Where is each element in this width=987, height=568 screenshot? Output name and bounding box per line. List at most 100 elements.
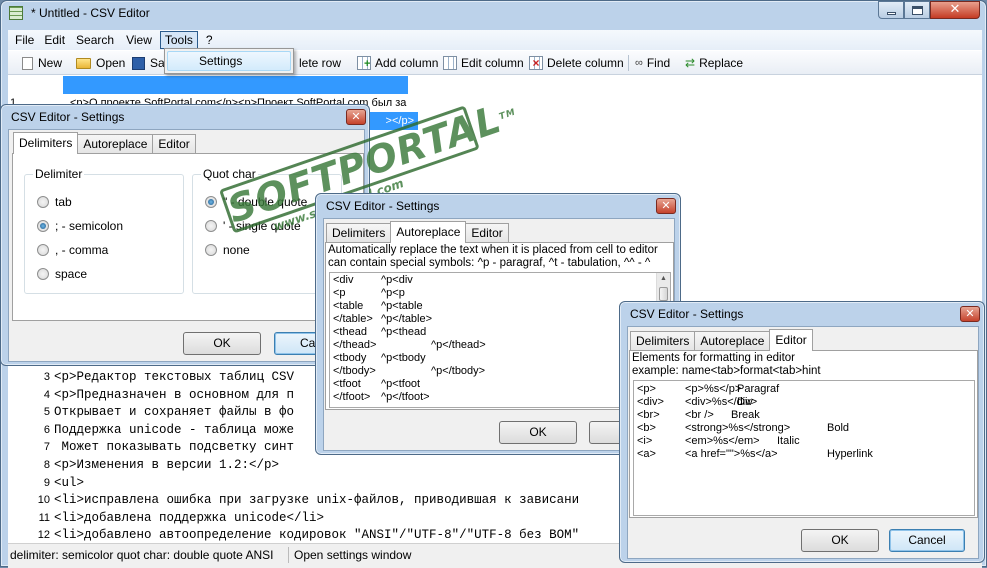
editor-rule: <i> <em>%s</em> Italic [637, 435, 967, 448]
rule-target: ^p</tfoot> [381, 391, 430, 403]
toolbar: New Open Sa lete row + Add column Edit co… [8, 51, 982, 75]
line-number: 12 [37, 529, 50, 542]
tab-autoreplace[interactable]: Autoreplace [77, 134, 154, 154]
tab-delimiters[interactable]: Delimiters [630, 331, 696, 351]
ok-button[interactable]: OK [499, 421, 577, 444]
tab-editor[interactable]: Editor [152, 134, 196, 154]
rule-source: <tbody [333, 352, 367, 364]
editor-desc-1: Elements for formatting in editor [632, 352, 795, 364]
line-text: <p>Предназначен в основном для п [54, 387, 295, 402]
dialog-close-button[interactable]: ✕ [346, 109, 366, 125]
autoreplace-desc-1: Automatically replace the text when it i… [328, 244, 658, 256]
replace-button[interactable]: ⇄ Replace [685, 51, 743, 75]
replace-icon: ⇄ [685, 56, 696, 70]
scroll-up-arrow-icon[interactable]: ▲ [660, 275, 667, 282]
radio-semicolon[interactable]: ; - semicolon [37, 219, 123, 233]
tab-autoreplace[interactable]: Autoreplace [390, 221, 467, 243]
editor-rule: <br> <br /> Break [637, 409, 967, 422]
rule-hint: Paragraf [737, 383, 780, 395]
close-window-button[interactable]: ✕ [930, 1, 980, 19]
dialog-titlebar[interactable]: CSV Editor - Settings [1, 105, 369, 129]
tab-editor[interactable]: Editor [465, 223, 509, 243]
menu-help[interactable]: ? [200, 30, 219, 50]
radio-space[interactable]: space [37, 267, 87, 281]
open-button[interactable]: Open [76, 51, 125, 75]
line-number: 11 [38, 511, 50, 524]
tab-autoreplace[interactable]: Autoreplace [694, 331, 771, 351]
edit-column-button[interactable]: Edit column [443, 51, 524, 75]
line-number: 9 [43, 476, 50, 489]
rule-source: <table [333, 300, 364, 312]
folder-icon [76, 57, 91, 69]
autoreplace-desc-2: can contain special symbols: ^p - paragr… [328, 257, 651, 269]
menu-search[interactable]: Search [70, 30, 120, 50]
radio-icon [37, 196, 49, 208]
dialog-close-button[interactable]: ✕ [960, 306, 980, 322]
tab-panel: Elements for formatting in editor exampl… [629, 350, 978, 518]
radio-selected-icon [205, 196, 217, 208]
tab-strip: Delimiters Autoreplace Editor [326, 221, 509, 243]
rule-source: <p [333, 287, 346, 299]
rule-source: </table> [333, 313, 373, 325]
status-divider [288, 547, 289, 563]
delimiter-group: Delimiter tab ; - semicolon , - comma sp… [24, 167, 184, 294]
rule-target: ^p<thead [381, 326, 427, 338]
menu-edit[interactable]: Edit [39, 30, 70, 50]
autoreplace-rule: <p ^p<p [333, 287, 486, 300]
menu-view[interactable]: View [120, 30, 158, 50]
menu-file[interactable]: File [8, 30, 39, 50]
find-button[interactable]: ∞ Find [635, 51, 670, 75]
autoreplace-rule: </thead> ^p</thead> [333, 339, 486, 352]
minimize-icon [887, 12, 896, 15]
autoreplace-rule: </tfoot> ^p</tfoot> [333, 391, 486, 404]
radio-selected-icon [37, 220, 49, 232]
dialog-titlebar[interactable]: CSV Editor - Settings [620, 302, 984, 326]
tab-delimiters[interactable]: Delimiters [13, 132, 79, 154]
line-text: Открывает и сохраняет файлы в фо [54, 405, 295, 420]
maximize-icon [912, 6, 923, 15]
rule-name: <br> [637, 409, 660, 421]
delete-row-button[interactable]: lete row [299, 51, 341, 75]
editor-rules-textarea[interactable]: <p> <p>%s</p> Paragraf <div> <div>%s</div> Di… [633, 380, 975, 516]
rule-source: </tfoot> [333, 391, 371, 403]
autoreplace-rule: <div ^p<div [333, 274, 486, 287]
grid-header-selected[interactable] [63, 76, 408, 94]
tab-strip: Delimiters Autoreplace Editor [13, 132, 196, 154]
line-text: <p>Редактор текстовых таблиц CSV [54, 370, 295, 384]
rule-format: <em>%s</em> [685, 435, 760, 447]
menu-tools[interactable]: Tools [159, 31, 198, 49]
rule-target: ^p<tfoot [381, 378, 421, 390]
ok-button[interactable]: OK [801, 529, 879, 552]
cancel-button[interactable]: Cancel [889, 529, 965, 552]
delete-column-button[interactable]: × Delete column [529, 51, 624, 75]
tab-editor[interactable]: Editor [769, 329, 813, 351]
minimize-button[interactable] [878, 1, 904, 19]
ok-button[interactable]: OK [183, 332, 261, 355]
tab-delimiters[interactable]: Delimiters [326, 223, 392, 243]
rule-source: </tbody> [333, 365, 376, 377]
radio-comma[interactable]: , - comma [37, 243, 108, 257]
radio-icon [37, 268, 49, 280]
scroll-thumb[interactable] [659, 287, 668, 301]
line-text: <ul> [54, 475, 85, 490]
editor-rule: <div> <div>%s</div> Div [637, 396, 967, 409]
rule-target: ^p</table> [381, 313, 433, 325]
add-column-button[interactable]: + Add column [357, 51, 438, 75]
line-number: 7 [43, 441, 50, 454]
rule-hint: Bold [827, 422, 850, 434]
save-button[interactable]: Sa [132, 51, 165, 75]
rule-name: <b> [637, 422, 656, 434]
main-titlebar[interactable]: * Untitled - CSV Editor [1, 1, 986, 25]
radio-tab[interactable]: tab [37, 195, 72, 209]
maximize-button[interactable] [904, 1, 930, 19]
app-icon [9, 6, 23, 20]
menu-item-settings[interactable]: Settings [167, 51, 291, 71]
dialog-close-button[interactable]: ✕ [656, 198, 676, 214]
delimiter-group-label: Delimiter [33, 167, 85, 181]
radio-icon [37, 244, 49, 256]
window-title: * Untitled - CSV Editor [31, 6, 150, 20]
line-number: 6 [43, 423, 50, 436]
dialog-titlebar[interactable]: CSV Editor - Settings [316, 194, 680, 218]
new-button[interactable]: New [22, 51, 62, 75]
rule-target: ^p<tbody [381, 352, 426, 364]
